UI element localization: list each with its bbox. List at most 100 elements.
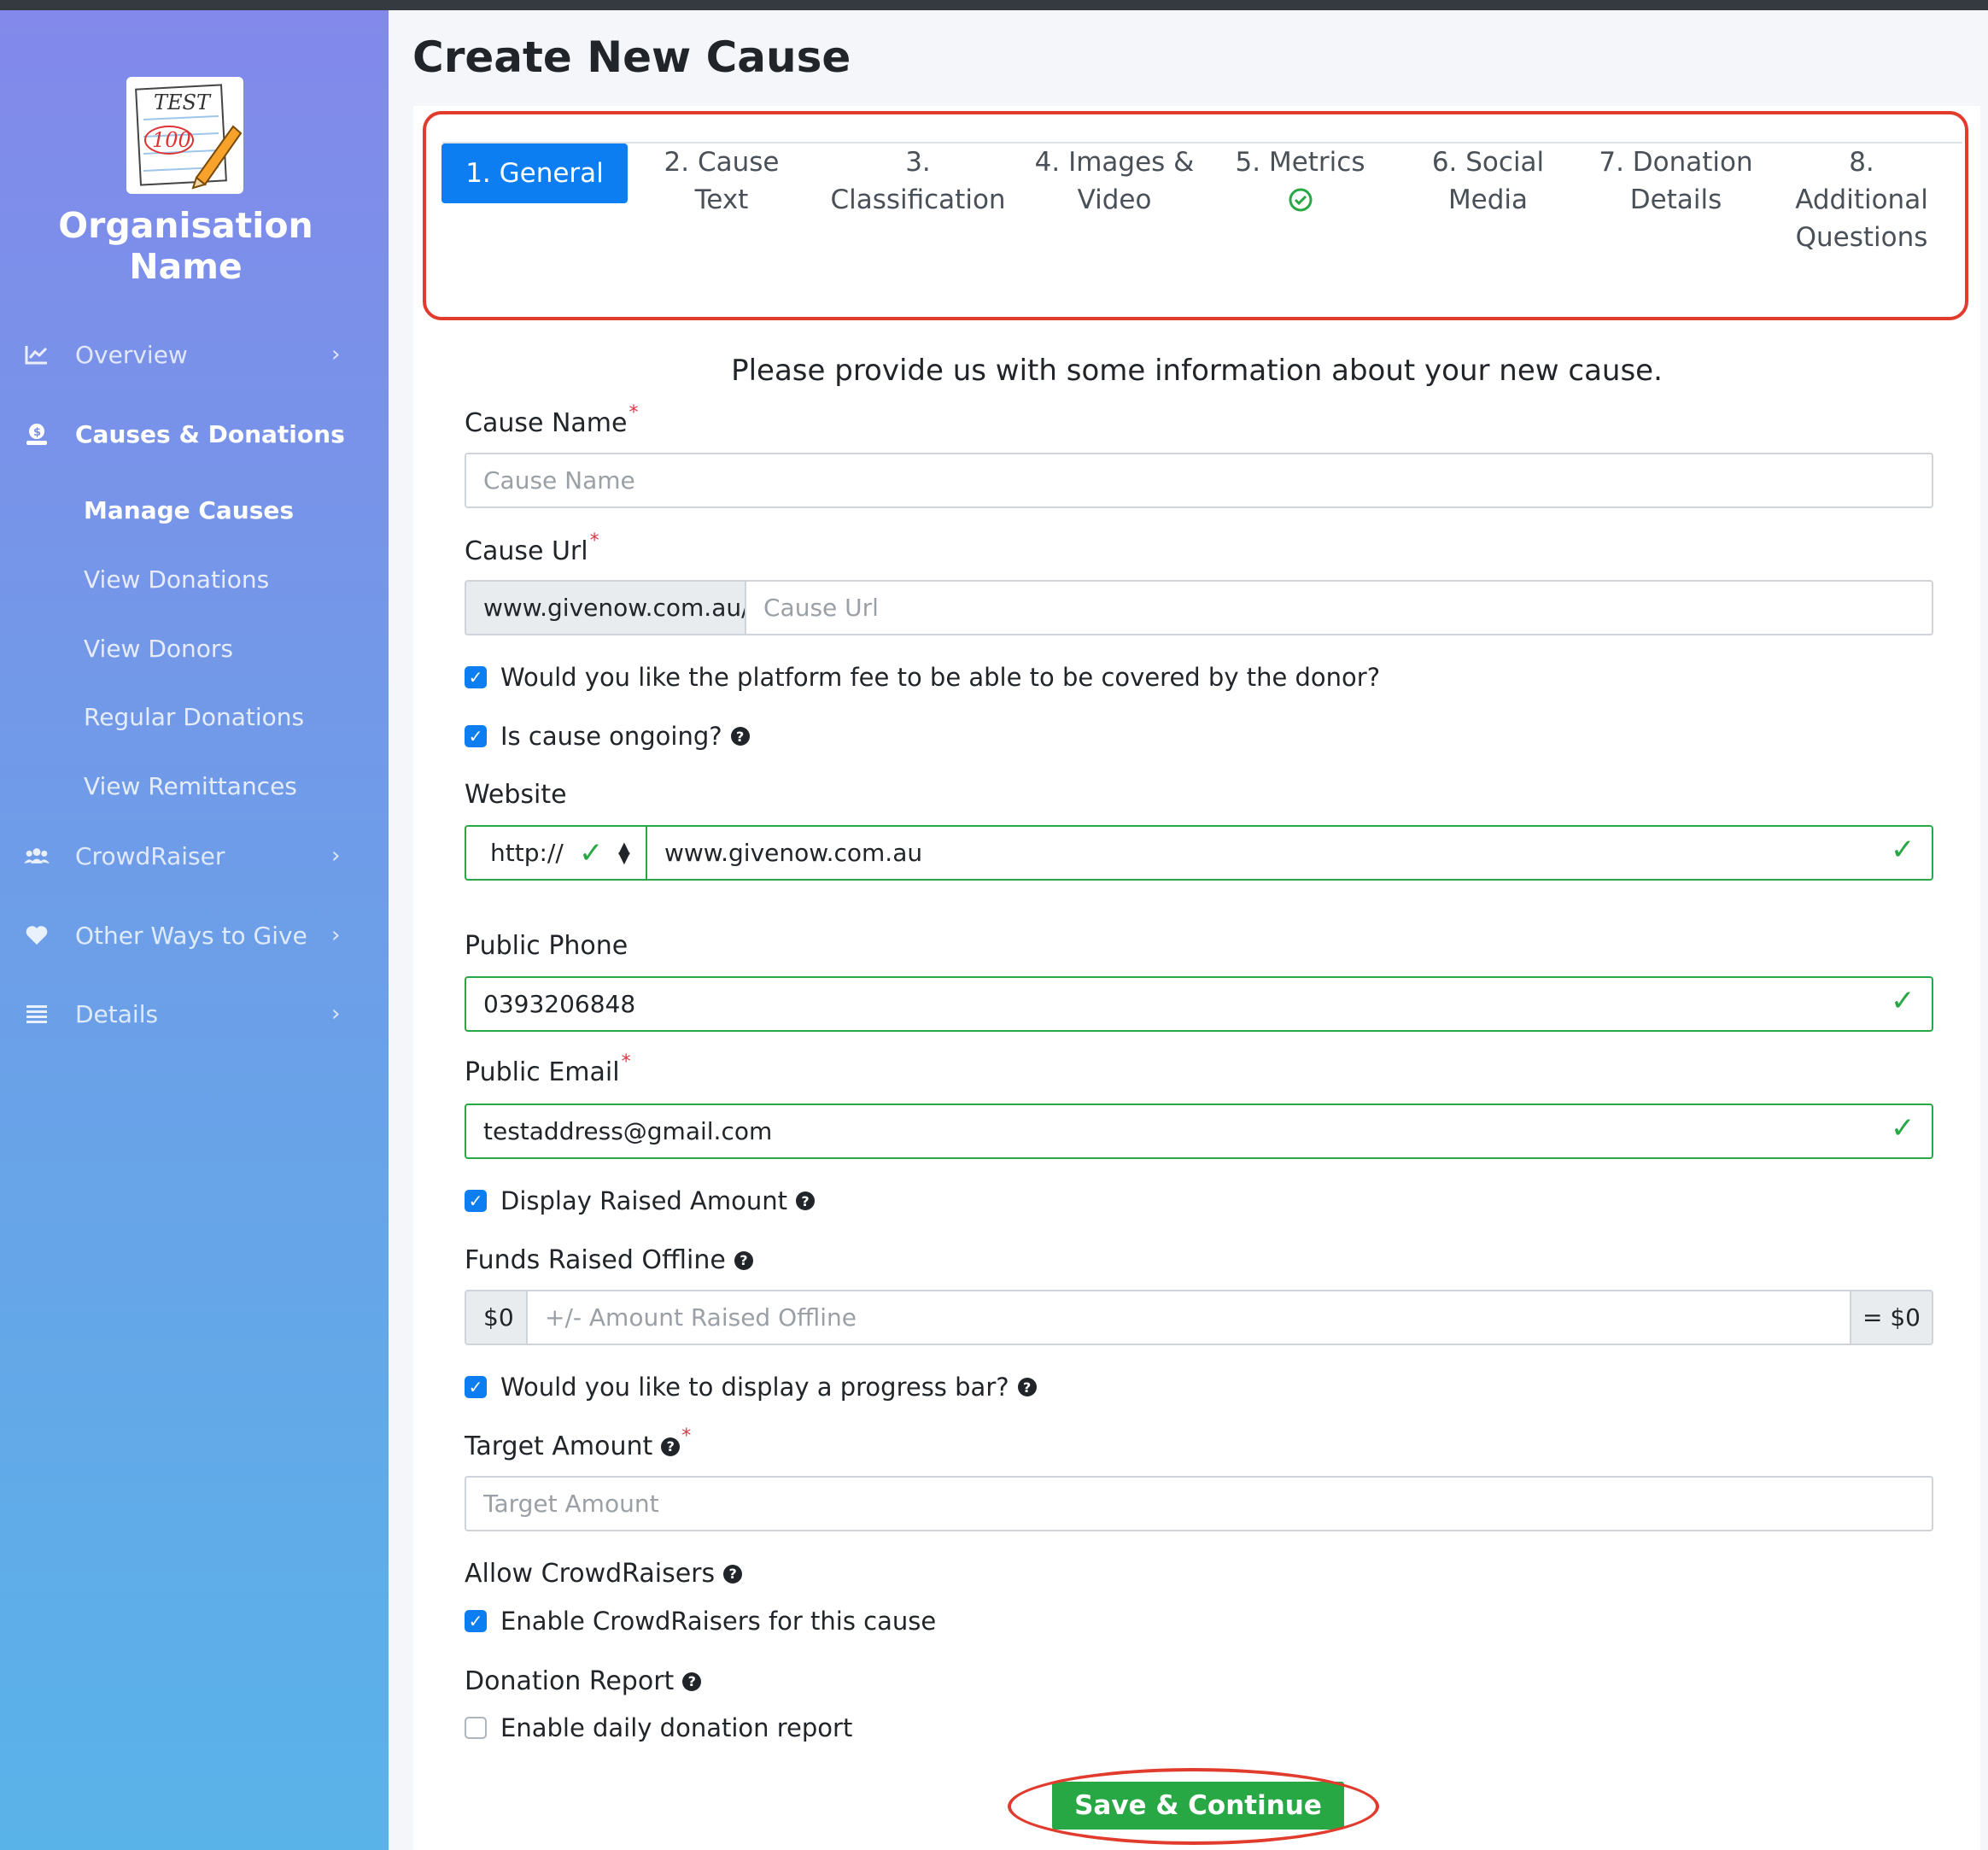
funds-offline-suffix: = $0 bbox=[1850, 1290, 1933, 1345]
check-icon: ✓ bbox=[1891, 833, 1915, 867]
tab-label: 5. Metrics bbox=[1235, 147, 1365, 178]
form-intro: Please provide us with some information … bbox=[731, 354, 1663, 388]
protocol-value: http:// bbox=[490, 839, 564, 867]
sidebar-item-overview[interactable]: Overview › bbox=[0, 325, 389, 384]
checkbox-label: Enable daily donation report bbox=[500, 1713, 853, 1742]
label-text: Cause Url bbox=[465, 536, 588, 566]
check-icon: ✓ bbox=[579, 835, 604, 870]
check-icon: ✓ bbox=[1891, 1111, 1915, 1145]
users-icon bbox=[24, 843, 50, 869]
tab-metrics[interactable]: 5. Metrics bbox=[1221, 143, 1379, 219]
sidebar-item-details[interactable]: Details › bbox=[0, 984, 389, 1044]
sidebar-item-other-ways-to-give[interactable]: Other Ways to Give › bbox=[0, 905, 389, 965]
tab-images-video[interactable]: 4. Images & Video bbox=[1029, 143, 1200, 219]
funds-offline-label: Funds Raised Offline ? bbox=[465, 1245, 753, 1275]
save-highlight bbox=[1008, 1768, 1379, 1845]
org-logo[interactable]: TEST 100 bbox=[126, 77, 243, 194]
funds-offline-prefix: $0 bbox=[465, 1290, 528, 1345]
cause-url-prefix: www.givenow.com.au/ bbox=[465, 580, 750, 635]
required-marker: * bbox=[629, 402, 639, 424]
platform-fee-checkbox[interactable]: ✓ bbox=[465, 666, 487, 688]
label-text: Allow CrowdRaisers bbox=[465, 1559, 716, 1589]
cause-url-label: Cause Url * bbox=[465, 530, 599, 566]
question-circle-icon[interactable]: ? bbox=[730, 727, 750, 746]
donation-report-label: Donation Report ? bbox=[465, 1666, 702, 1696]
website-input[interactable] bbox=[646, 825, 1933, 881]
public-email-input[interactable] bbox=[465, 1104, 1933, 1159]
question-circle-icon[interactable]: ? bbox=[682, 1671, 702, 1691]
question-circle-icon[interactable]: ? bbox=[734, 1250, 753, 1270]
check-circle-icon bbox=[1221, 181, 1379, 219]
required-marker: * bbox=[681, 1426, 692, 1447]
required-marker: * bbox=[589, 530, 599, 552]
funds-offline-input[interactable] bbox=[526, 1290, 1851, 1345]
chevron-right-icon: › bbox=[331, 342, 341, 367]
tab-general[interactable]: 1. General bbox=[441, 143, 628, 203]
tab-social-media[interactable]: 6. Social Media bbox=[1409, 143, 1567, 219]
public-phone-input[interactable] bbox=[465, 976, 1933, 1032]
checkbox-label: Display Raised Amount bbox=[500, 1186, 787, 1215]
ongoing-checkbox[interactable]: ✓ bbox=[465, 725, 487, 747]
website-label: Website bbox=[465, 780, 567, 810]
question-circle-icon[interactable]: ? bbox=[796, 1191, 815, 1210]
crowdraisers-checkbox[interactable]: ✓ bbox=[465, 1610, 487, 1632]
sidebar-subitem-manage-causes[interactable]: Manage Causes bbox=[84, 496, 294, 524]
question-circle-icon[interactable]: ? bbox=[1017, 1378, 1037, 1396]
top-bar bbox=[0, 0, 1988, 10]
list-icon bbox=[24, 1001, 50, 1027]
label-text: Cause Name bbox=[465, 408, 628, 438]
tab-label: Media bbox=[1447, 184, 1529, 215]
progress-bar-checkbox[interactable]: ✓ bbox=[465, 1376, 487, 1398]
tab-label: 3. bbox=[905, 147, 931, 178]
target-amount-input[interactable] bbox=[465, 1476, 1933, 1531]
website-protocol-select[interactable]: http:// ✓ ▲ ▼ bbox=[465, 825, 647, 881]
svg-text:100: 100 bbox=[152, 128, 191, 152]
tab-label: 1. General bbox=[465, 158, 604, 189]
tab-label: Text bbox=[694, 184, 749, 215]
tab-label: 4. Images & bbox=[1034, 147, 1195, 178]
tab-classification[interactable]: 3. Classification bbox=[816, 143, 1020, 219]
checkbox-label: Would you like the platform fee to be ab… bbox=[500, 663, 1381, 692]
donation-report-checkbox-row[interactable]: Enable daily donation report bbox=[465, 1713, 852, 1742]
heart-icon bbox=[24, 922, 50, 948]
tab-label: Questions bbox=[1795, 222, 1928, 253]
sidebar-subitem-view-donors[interactable]: View Donors bbox=[84, 635, 233, 663]
sidebar-item-crowdraiser[interactable]: CrowdRaiser › bbox=[0, 826, 389, 886]
tab-label: 7. Donation bbox=[1599, 147, 1753, 178]
display-raised-checkbox[interactable]: ✓ bbox=[465, 1190, 487, 1212]
tab-label: Classification bbox=[830, 184, 1006, 215]
tab-donation-details[interactable]: 7. Donation Details bbox=[1588, 143, 1763, 219]
tab-label: Video bbox=[1077, 184, 1152, 215]
sidebar-item-label: CrowdRaiser bbox=[75, 841, 225, 870]
cause-name-label: Cause Name * bbox=[465, 402, 638, 438]
label-text: Funds Raised Offline bbox=[465, 1245, 726, 1275]
public-email-label: Public Email * bbox=[465, 1051, 631, 1087]
tab-additional-questions[interactable]: 8. Additional Questions bbox=[1785, 143, 1938, 256]
checkbox-label: Enable CrowdRaisers for this cause bbox=[500, 1607, 937, 1636]
cause-url-input[interactable] bbox=[745, 580, 1933, 635]
sidebar-item-label: Other Ways to Give bbox=[75, 921, 307, 950]
question-circle-icon[interactable]: ? bbox=[661, 1437, 681, 1456]
tab-label: Additional bbox=[1795, 184, 1928, 215]
chevron-down-icon: ⌄ bbox=[331, 423, 348, 445]
crowdraisers-checkbox-row[interactable]: ✓ Enable CrowdRaisers for this cause bbox=[465, 1607, 936, 1636]
chart-line-icon bbox=[24, 342, 50, 367]
sidebar-item-causes-donations[interactable]: $ Causes & Donations ⌄ bbox=[0, 404, 389, 464]
platform-fee-checkbox-row[interactable]: ✓ Would you like the platform fee to be … bbox=[465, 663, 1380, 692]
sidebar: TEST 100 Organisation Name Overview › $ … bbox=[0, 10, 389, 1850]
cause-name-input[interactable] bbox=[465, 453, 1933, 508]
label-text: Public Email bbox=[465, 1057, 620, 1087]
chevron-right-icon: › bbox=[331, 843, 341, 869]
tab-cause-text[interactable]: 2. Cause Text bbox=[645, 143, 798, 219]
question-circle-icon[interactable]: ? bbox=[723, 1564, 743, 1584]
sidebar-subitem-regular-donations[interactable]: Regular Donations bbox=[84, 703, 304, 731]
donation-report-checkbox[interactable] bbox=[465, 1717, 487, 1739]
display-raised-checkbox-row[interactable]: ✓ Display Raised Amount ? bbox=[465, 1186, 815, 1215]
sidebar-subitem-view-donations[interactable]: View Donations bbox=[84, 565, 269, 594]
svg-text:$: $ bbox=[33, 426, 41, 439]
ongoing-checkbox-row[interactable]: ✓ Is cause ongoing? ? bbox=[465, 722, 750, 751]
public-phone-label: Public Phone bbox=[465, 931, 629, 961]
progress-bar-checkbox-row[interactable]: ✓ Would you like to display a progress b… bbox=[465, 1373, 1037, 1402]
sidebar-subitem-view-remittances[interactable]: View Remittances bbox=[84, 772, 297, 800]
sidebar-item-label: Details bbox=[75, 999, 159, 1028]
